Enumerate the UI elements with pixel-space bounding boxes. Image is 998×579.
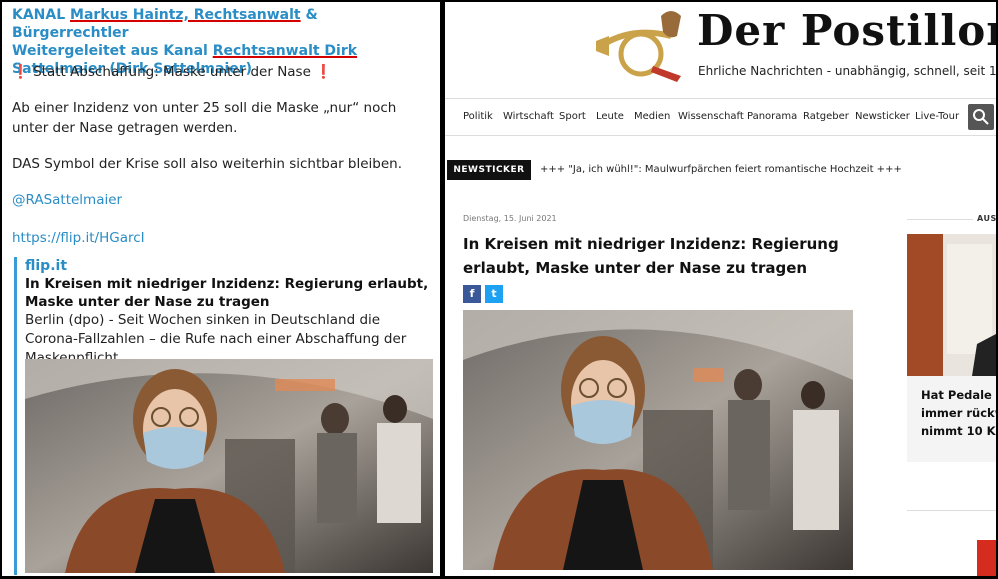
teaser-image xyxy=(907,234,996,376)
newsticker-label: NEWSTICKER xyxy=(447,160,531,180)
article-link[interactable]: https://flip.it/HGarcI xyxy=(12,228,432,248)
posthorn-logo-icon[interactable] xyxy=(591,6,691,88)
sidebar-teaser-card[interactable]: Hat Pedale au immer rückwä nimmt 10 Kilo xyxy=(907,234,996,462)
nav-item-wirtschaft[interactable]: Wirtschaft xyxy=(503,111,554,122)
nav-item-ratgeber[interactable]: Ratgeber xyxy=(803,111,849,122)
nav-item-wissenschaft[interactable]: Wissenschaft xyxy=(678,111,744,122)
forward-source-name[interactable]: Rechtsanwalt Dirk xyxy=(213,43,357,59)
twitter-icon: t xyxy=(491,287,497,300)
postillon-website-panel: Der Postillon Ehrliche Nachrichten - una… xyxy=(445,2,996,576)
facebook-icon: f xyxy=(469,287,475,300)
teaser-line: Hat Pedale au xyxy=(921,388,996,402)
preview-image[interactable] xyxy=(25,359,433,573)
article-title: In Kreisen mit niedriger Inzidenz: Regie… xyxy=(463,235,839,277)
channel-name[interactable]: Markus Haintz, Rechtsanwalt xyxy=(70,7,301,23)
article-date: Dienstag, 15. Juni 2021 xyxy=(463,214,557,223)
preview-site: flip.it xyxy=(25,258,68,274)
site-masthead: Der Postillon Ehrliche Nachrichten - una… xyxy=(445,2,996,94)
message-paragraph: Ab einer Inzidenz von unter 25 soll die … xyxy=(12,100,397,136)
nav-item-medien[interactable]: Medien xyxy=(634,111,670,122)
channel-prefix: KANAL xyxy=(12,7,71,23)
divider xyxy=(907,219,973,220)
nav-item-leute[interactable]: Leute xyxy=(596,111,624,122)
search-button[interactable] xyxy=(968,104,994,130)
message-headline: ❗ Statt Abschaffung: Maske unter der Nas… xyxy=(12,62,432,82)
link-preview[interactable]: flip.it In Kreisen mit niedriger Inziden… xyxy=(14,257,434,575)
sidebar-heading: AUS xyxy=(907,214,996,226)
facebook-share-button[interactable]: f xyxy=(463,285,481,303)
newsticker-bar: NEWSTICKER +++ "Ja, ich wühl!": Maulwurf… xyxy=(445,160,996,182)
nav-item-politik[interactable]: Politik xyxy=(463,111,493,122)
teaser-title: Hat Pedale au immer rückwä nimmt 10 Kilo xyxy=(921,386,996,440)
nav-item-panorama[interactable]: Panorama xyxy=(747,111,797,122)
sidebar-red-teaser[interactable] xyxy=(977,540,996,576)
newsticker-text[interactable]: +++ "Ja, ich wühl!": Maulwurfpärchen fei… xyxy=(540,164,902,175)
twitter-share-button[interactable]: t xyxy=(485,285,503,303)
nav-item-live-tour[interactable]: Live-Tour xyxy=(915,111,959,122)
headline-text: Statt Abschaffung: Maske unter der Nase xyxy=(33,64,311,80)
article-image xyxy=(463,310,853,570)
exclamation-icon: ❗ xyxy=(12,64,29,80)
forward-prefix: Weitergeleitet aus Kanal xyxy=(12,43,213,59)
sidebar-heading-text: AUS xyxy=(977,214,996,223)
search-icon xyxy=(973,109,989,125)
main-navigation: Politik Wirtschaft Sport Leute Medien Wi… xyxy=(445,98,996,136)
exclamation-icon: ❗ xyxy=(315,64,333,80)
site-tagline: Ehrliche Nachrichten - unabhängig, schne… xyxy=(698,64,996,78)
preview-title: In Kreisen mit niedriger Inzidenz: Regie… xyxy=(25,276,429,310)
teaser-line: nimmt 10 Kilo xyxy=(921,424,996,438)
telegram-message-panel: KANAL Markus Haintz, Rechtsanwalt & Bürg… xyxy=(2,2,440,576)
sidebar: AUS Hat Pedale au immer rückwä nimmt 10 … xyxy=(907,214,996,576)
nav-item-sport[interactable]: Sport xyxy=(559,111,586,122)
divider xyxy=(907,510,996,511)
mention-link[interactable]: @RASattelmaier xyxy=(12,190,432,210)
nav-item-newsticker[interactable]: Newsticker xyxy=(855,111,910,122)
teaser-line: immer rückwä xyxy=(921,406,996,420)
message-paragraph: DAS Symbol der Krise soll also weiterhin… xyxy=(12,156,403,172)
site-logo-title[interactable]: Der Postillon xyxy=(697,6,996,55)
